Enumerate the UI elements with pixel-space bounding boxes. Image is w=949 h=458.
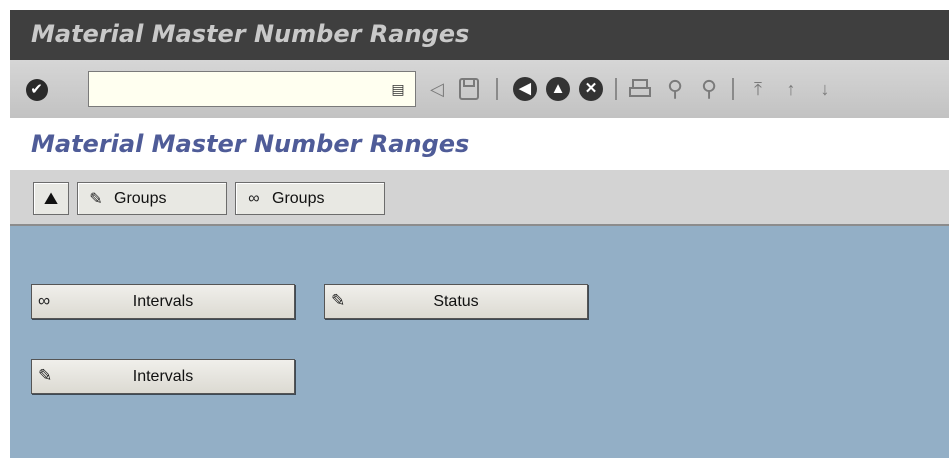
toolbar-separator: [496, 78, 498, 100]
standard-toolbar: ✔ ▤ ◁ ◀ ▲ ✕ ⚲ ⚲ ⤒ ↑ ↓: [10, 60, 949, 119]
display-groups-label: Groups: [272, 189, 325, 207]
toolbar-separator: [615, 78, 617, 100]
main-content-area: ∞ Intervals ✎ Status ✎ Intervals: [10, 226, 949, 458]
cancel-icon[interactable]: ✕: [576, 74, 606, 104]
exit-icon[interactable]: ▲: [543, 74, 573, 104]
next-page-icon[interactable]: ↓: [810, 73, 840, 105]
display-groups-button[interactable]: ∞ Groups: [235, 182, 385, 215]
change-status-button[interactable]: ✎ Status: [324, 284, 588, 319]
change-intervals-label: Intervals: [132, 368, 194, 385]
save-icon[interactable]: [455, 73, 483, 105]
organizational-object-button[interactable]: ⛰: [33, 182, 69, 215]
pencil-icon: ✎: [89, 190, 103, 208]
display-intervals-button[interactable]: ∞ Intervals: [31, 284, 295, 319]
glasses-icon: ∞: [248, 189, 260, 207]
change-status-label: Status: [433, 293, 479, 310]
command-field[interactable]: [88, 71, 416, 107]
command-history-icon[interactable]: ▤: [383, 73, 413, 105]
toolbar-separator: [732, 78, 734, 100]
toolbar-nav-back-arrow-icon[interactable]: ◁: [425, 73, 449, 105]
change-intervals-button[interactable]: ✎ Intervals: [31, 359, 295, 394]
print-icon[interactable]: [625, 73, 655, 105]
page-title: Material Master Number Ranges: [31, 130, 470, 158]
application-toolbar: ⛰ ✎ Groups ∞ Groups: [10, 170, 949, 226]
display-intervals-label: Intervals: [132, 293, 194, 310]
first-page-icon[interactable]: ⤒: [743, 73, 773, 105]
change-groups-button[interactable]: ✎ Groups: [77, 182, 227, 215]
back-icon[interactable]: ◀: [510, 74, 540, 104]
find-icon[interactable]: ⚲: [660, 73, 690, 105]
enter-check-icon[interactable]: ✔: [20, 73, 53, 106]
previous-page-icon[interactable]: ↑: [776, 73, 806, 105]
window-title: Material Master Number Ranges: [31, 20, 470, 48]
organizational-object-icon: ⛰: [43, 188, 59, 208]
window-title-bar: Material Master Number Ranges: [10, 10, 949, 60]
app-title-area: Material Master Number Ranges: [10, 118, 949, 170]
find-next-icon[interactable]: ⚲: [694, 73, 724, 105]
change-groups-label: Groups: [114, 189, 167, 207]
